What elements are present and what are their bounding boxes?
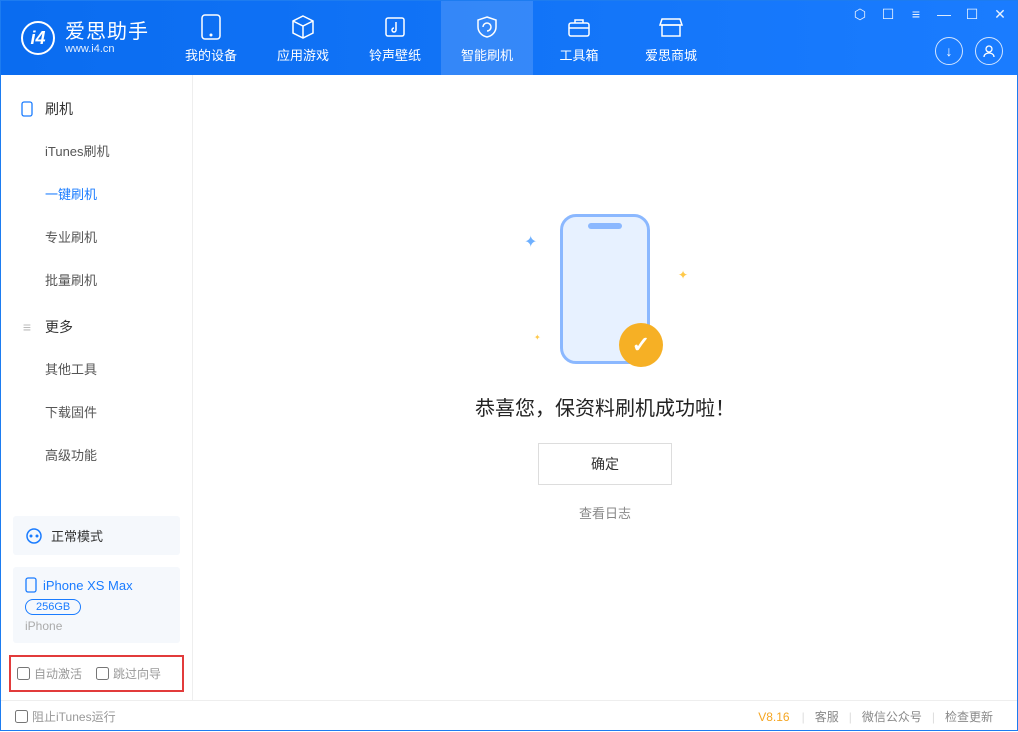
- refresh-shield-icon: [473, 13, 501, 41]
- sidebar-item-onekey-flash[interactable]: 一键刷机: [1, 172, 192, 215]
- tshirt-icon[interactable]: ⬡: [851, 5, 869, 23]
- nav-apps-games[interactable]: 应用游戏: [257, 1, 349, 75]
- main-content: ✓ ✦ ✦ ✦ 恭喜您，保资料刷机成功啦！ 确定 查看日志: [193, 75, 1017, 700]
- sidebar-item-advanced[interactable]: 高级功能: [1, 433, 192, 476]
- logo-text: 爱思助手 www.i4.cn: [65, 21, 149, 55]
- check-icon: ✓: [619, 323, 663, 367]
- account-button[interactable]: [975, 37, 1003, 65]
- sparkle-icon: ✦: [678, 268, 688, 282]
- header-actions: ↓: [935, 37, 1003, 65]
- success-message: 恭喜您，保资料刷机成功啦！: [475, 392, 735, 421]
- section-flash: 刷机 iTunes刷机 一键刷机 专业刷机 批量刷机: [1, 89, 192, 307]
- device-mode-status[interactable]: 正常模式: [13, 516, 180, 555]
- nav-store[interactable]: 爱思商城: [625, 1, 717, 75]
- logo-url: www.i4.cn: [65, 43, 149, 55]
- maximize-button[interactable]: ☐: [963, 5, 981, 23]
- download-button[interactable]: ↓: [935, 37, 963, 65]
- device-name: iPhone XS Max: [25, 577, 168, 593]
- nav-toolbox[interactable]: 工具箱: [533, 1, 625, 75]
- sidebar: 刷机 iTunes刷机 一键刷机 专业刷机 批量刷机 ≡ 更多 其他工具 下载固…: [1, 75, 193, 700]
- logo-icon: i4: [21, 21, 55, 55]
- ok-button[interactable]: 确定: [538, 443, 672, 485]
- opt-auto-activate[interactable]: 自动激活: [17, 665, 82, 682]
- opt-skip-guide[interactable]: 跳过向导: [96, 665, 161, 682]
- check-update-link[interactable]: 检查更新: [945, 708, 993, 725]
- body: 刷机 iTunes刷机 一键刷机 专业刷机 批量刷机 ≡ 更多 其他工具 下载固…: [1, 75, 1017, 700]
- logo-title: 爱思助手: [65, 21, 149, 43]
- sparkle-icon: ✦: [524, 232, 537, 252]
- phone-illustration: ✓: [560, 214, 650, 364]
- sidebar-item-download-firmware[interactable]: 下载固件: [1, 390, 192, 433]
- success-illustration: ✓ ✦ ✦ ✦: [560, 214, 650, 364]
- skip-guide-checkbox[interactable]: [96, 667, 109, 680]
- nav-ringtone-wallpaper[interactable]: 铃声壁纸: [349, 1, 441, 75]
- view-log-link[interactable]: 查看日志: [579, 503, 631, 522]
- minimize-button[interactable]: —: [935, 5, 953, 23]
- list-icon: ≡: [19, 319, 35, 335]
- support-link[interactable]: 客服: [815, 708, 839, 725]
- block-itunes-checkbox[interactable]: [15, 710, 28, 723]
- window-controls: ⬡ ☐ ≡ — ☐ ✕: [851, 5, 1009, 23]
- store-icon: [657, 13, 685, 41]
- section-more: ≡ 更多 其他工具 下载固件 高级功能: [1, 307, 192, 482]
- nav-my-device[interactable]: 我的设备: [165, 1, 257, 75]
- auto-activate-checkbox[interactable]: [17, 667, 30, 680]
- close-button[interactable]: ✕: [991, 5, 1009, 23]
- logo: i4 爱思助手 www.i4.cn: [1, 21, 165, 55]
- status-icon: [25, 527, 43, 545]
- sidebar-item-pro-flash[interactable]: 专业刷机: [1, 215, 192, 258]
- sidebar-item-batch-flash[interactable]: 批量刷机: [1, 258, 192, 301]
- menu-icon[interactable]: ≡: [907, 5, 925, 23]
- sidebar-item-itunes-flash[interactable]: iTunes刷机: [1, 129, 192, 172]
- device-small-icon: [19, 101, 35, 117]
- titlebar: i4 爱思助手 www.i4.cn 我的设备 应用游戏 铃声壁纸 智能刷机 工具…: [1, 1, 1017, 75]
- cube-icon: [289, 13, 317, 41]
- storage-badge: 256GB: [25, 599, 81, 615]
- block-itunes-option[interactable]: 阻止iTunes运行: [15, 708, 116, 725]
- options-highlighted: 自动激活 跳过向导: [9, 655, 184, 692]
- version-label: V8.16: [758, 710, 789, 724]
- nav-smart-flash[interactable]: 智能刷机: [441, 1, 533, 75]
- footer: 阻止iTunes运行 V8.16 | 客服 | 微信公众号 | 检查更新: [1, 700, 1017, 732]
- device-icon: [197, 13, 225, 41]
- device-type: iPhone: [25, 619, 168, 633]
- toolbox-icon: [565, 13, 593, 41]
- phone-icon: [25, 577, 37, 593]
- sidebar-item-other-tools[interactable]: 其他工具: [1, 347, 192, 390]
- feedback-icon[interactable]: ☐: [879, 5, 897, 23]
- section-flash-header[interactable]: 刷机: [1, 89, 192, 129]
- wechat-link[interactable]: 微信公众号: [862, 708, 922, 725]
- device-info[interactable]: iPhone XS Max 256GB iPhone: [13, 567, 180, 643]
- nav: 我的设备 应用游戏 铃声壁纸 智能刷机 工具箱 爱思商城: [165, 1, 717, 75]
- section-more-header[interactable]: ≡ 更多: [1, 307, 192, 347]
- music-icon: [381, 13, 409, 41]
- sparkle-icon: ✦: [534, 333, 541, 342]
